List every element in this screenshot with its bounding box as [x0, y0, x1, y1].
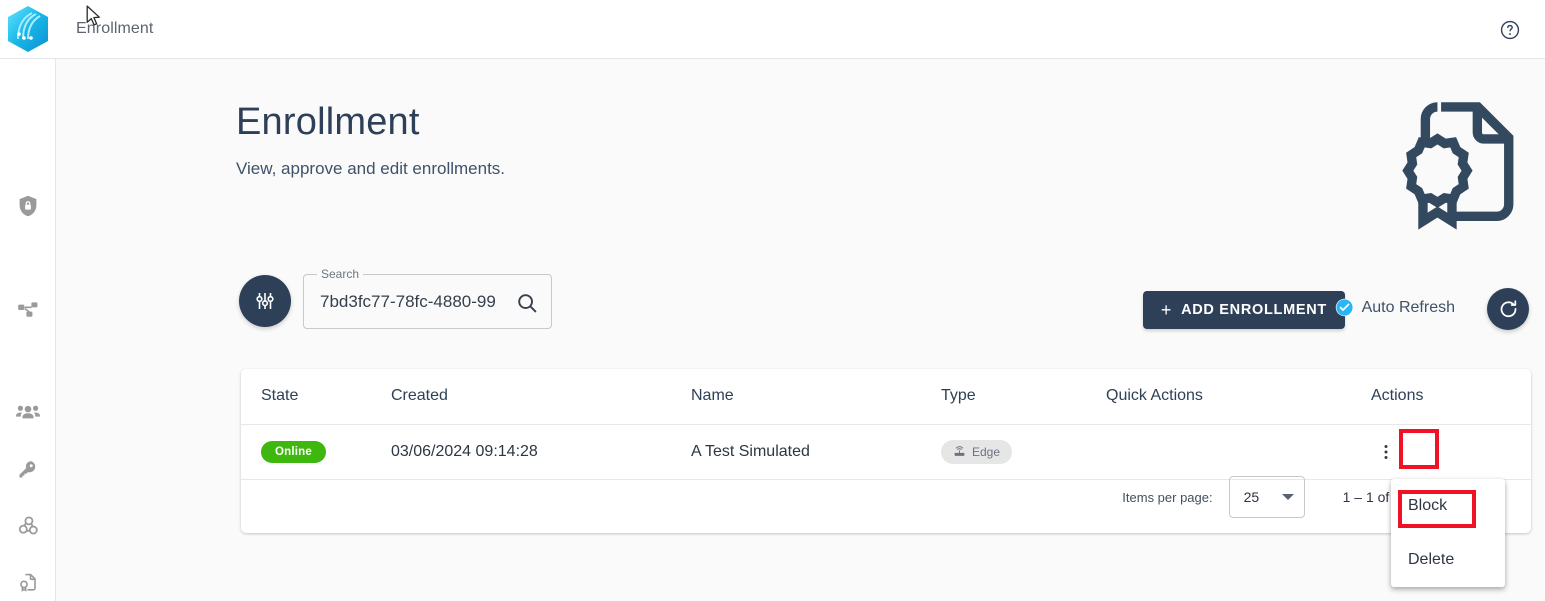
add-enrollment-label: ADD ENROLLMENT	[1181, 302, 1327, 318]
auto-refresh-toggle[interactable]: Auto Refresh	[1335, 298, 1455, 317]
status-badge: Online	[261, 440, 326, 463]
row-actions-button[interactable]	[1371, 437, 1401, 467]
enrollment-table: State Created Name Type Quick Actions Ac…	[241, 369, 1531, 480]
webhook-icon	[18, 515, 38, 534]
left-sidebar	[0, 59, 56, 601]
column-header-actions: Actions	[1371, 369, 1531, 425]
more-vertical-icon	[1384, 444, 1388, 459]
column-header-type: Type	[941, 369, 1106, 425]
certificate-document-icon	[20, 573, 36, 592]
cell-state: Online	[241, 424, 391, 480]
sidebar-item-users[interactable]	[0, 393, 56, 433]
cell-type: Edge	[941, 424, 1106, 480]
sidebar-item-topology[interactable]	[0, 289, 56, 329]
column-header-state: State	[241, 369, 391, 425]
type-chip: Edge	[941, 439, 1013, 464]
search-icon[interactable]	[515, 291, 539, 315]
table-header-row: State Created Name Type Quick Actions Ac…	[241, 369, 1531, 425]
hexagon-logo-icon	[8, 6, 48, 52]
app-root: Enrollment Enrollment View, approve and …	[0, 0, 1545, 601]
add-enrollment-button[interactable]: + ADD ENROLLMENT	[1142, 291, 1345, 329]
sidebar-item-keys[interactable]	[0, 449, 56, 489]
key-icon	[19, 461, 36, 478]
check-circle-icon	[1335, 298, 1353, 317]
refresh-icon	[1500, 299, 1516, 317]
page-title: Enrollment	[236, 101, 420, 143]
main-content: Enrollment View, approve and edit enroll…	[56, 59, 1545, 601]
sidebar-item-enrollment[interactable]	[0, 562, 56, 601]
search-input[interactable]	[320, 288, 502, 316]
mouse-cursor	[86, 5, 100, 26]
page-subtitle: View, approve and edit enrollments.	[236, 159, 506, 178]
search-field[interactable]: Search	[303, 267, 552, 329]
tune-sliders-icon	[256, 293, 274, 309]
help-circle-icon[interactable]	[1499, 19, 1521, 41]
group-users-icon	[16, 405, 40, 419]
refresh-button[interactable]	[1487, 288, 1529, 330]
cell-created: 03/06/2024 09:14:28	[391, 424, 691, 480]
shield-lock-icon	[19, 195, 37, 217]
plus-icon: +	[1160, 300, 1173, 320]
items-per-page-select[interactable]: 25	[1228, 476, 1305, 518]
enrollment-table-card: State Created Name Type Quick Actions Ac…	[241, 369, 1531, 533]
column-header-name: Name	[691, 369, 941, 425]
cell-name: A Test Simulated	[691, 424, 941, 480]
type-chip-label: Edge	[972, 444, 1001, 459]
chevron-down-icon	[1281, 494, 1294, 500]
menu-item-block[interactable]: Block	[1391, 479, 1505, 533]
items-per-page-label: Items per page:	[1122, 489, 1213, 505]
logo-container[interactable]	[0, 0, 56, 59]
certificate-document-icon	[1402, 102, 1514, 230]
sidebar-item-webhooks[interactable]	[0, 506, 56, 546]
search-label: Search	[317, 267, 364, 281]
filter-button[interactable]	[239, 275, 291, 327]
auto-refresh-label: Auto Refresh	[1361, 298, 1455, 316]
top-bar: Enrollment	[0, 0, 1545, 59]
column-header-created: Created	[391, 369, 691, 425]
router-icon	[954, 446, 965, 456]
sidebar-item-security[interactable]	[0, 186, 56, 226]
menu-item-delete[interactable]: Delete	[1391, 533, 1505, 587]
column-header-quick-actions: Quick Actions	[1106, 369, 1371, 425]
share-network-icon	[18, 302, 38, 317]
items-per-page-value: 25	[1243, 489, 1260, 505]
row-context-menu: Block Delete	[1391, 479, 1505, 587]
